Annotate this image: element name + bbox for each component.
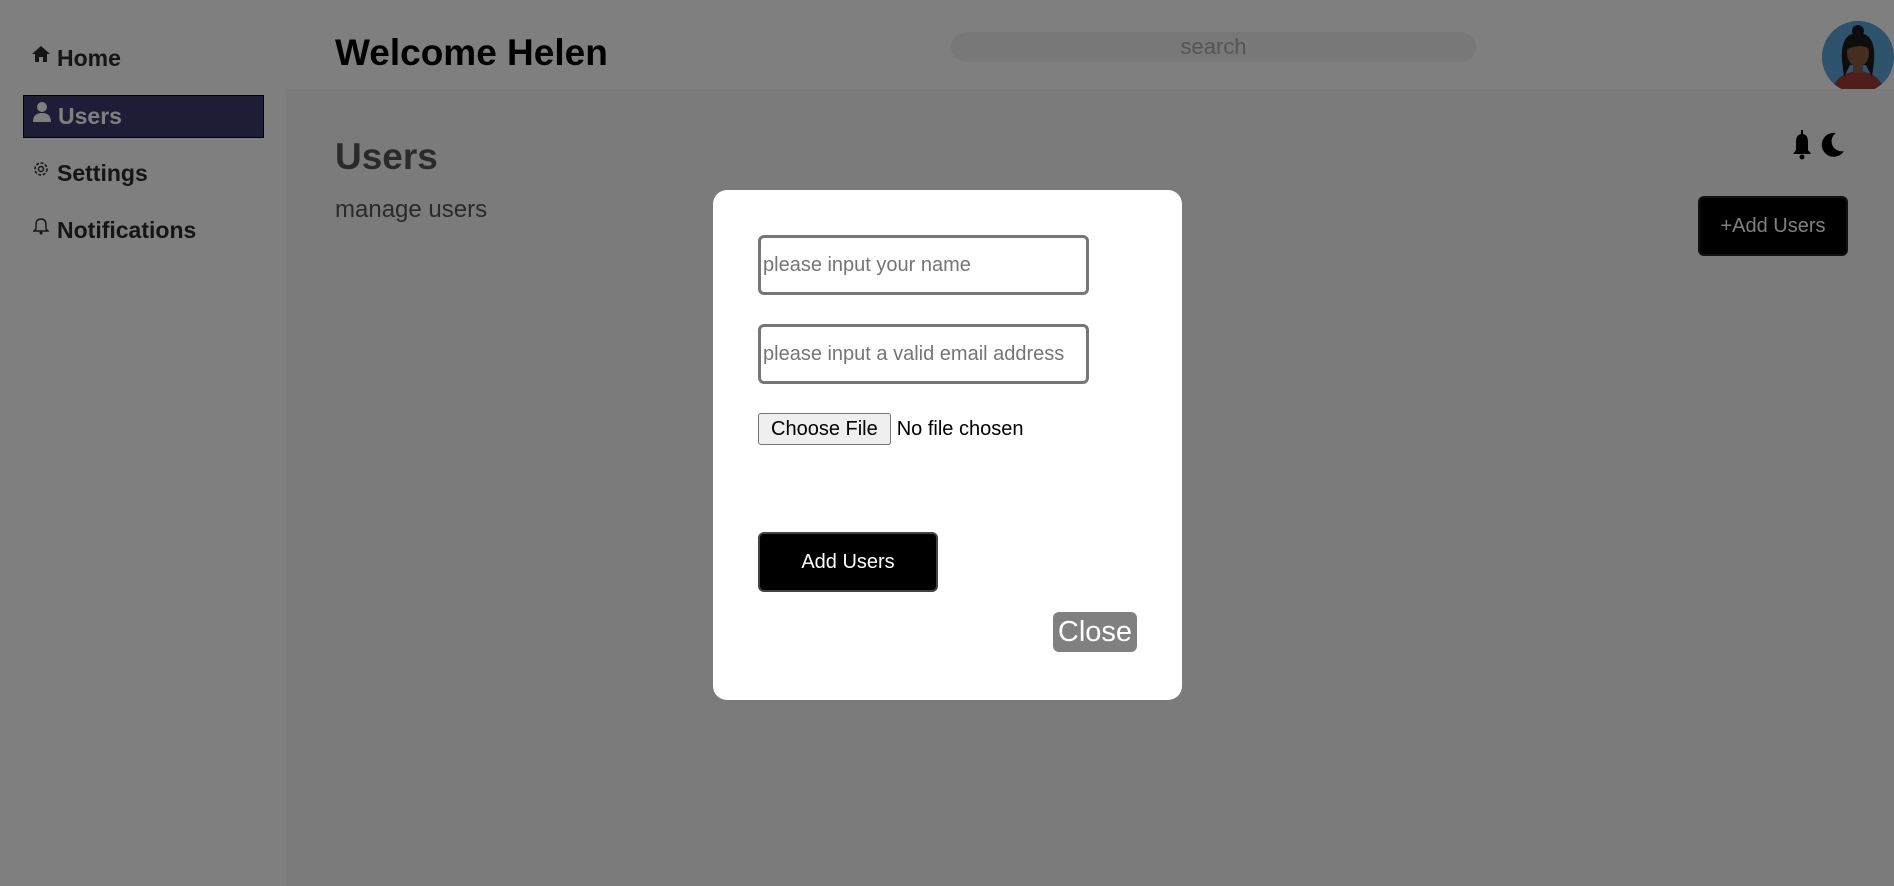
submit-add-users-button[interactable]: Add Users — [758, 532, 938, 592]
choose-file-button[interactable]: Choose File — [758, 413, 891, 445]
email-field[interactable] — [758, 324, 1089, 384]
name-field[interactable] — [758, 235, 1089, 295]
file-upload: Choose File No file chosen — [758, 413, 1023, 445]
app-root: Home Users Settings Notifications Welcom… — [0, 0, 1894, 886]
close-button[interactable]: Close — [1053, 612, 1137, 652]
file-status: No file chosen — [896, 417, 1024, 440]
add-user-modal: Choose File No file chosen Add Users Clo… — [713, 190, 1182, 700]
